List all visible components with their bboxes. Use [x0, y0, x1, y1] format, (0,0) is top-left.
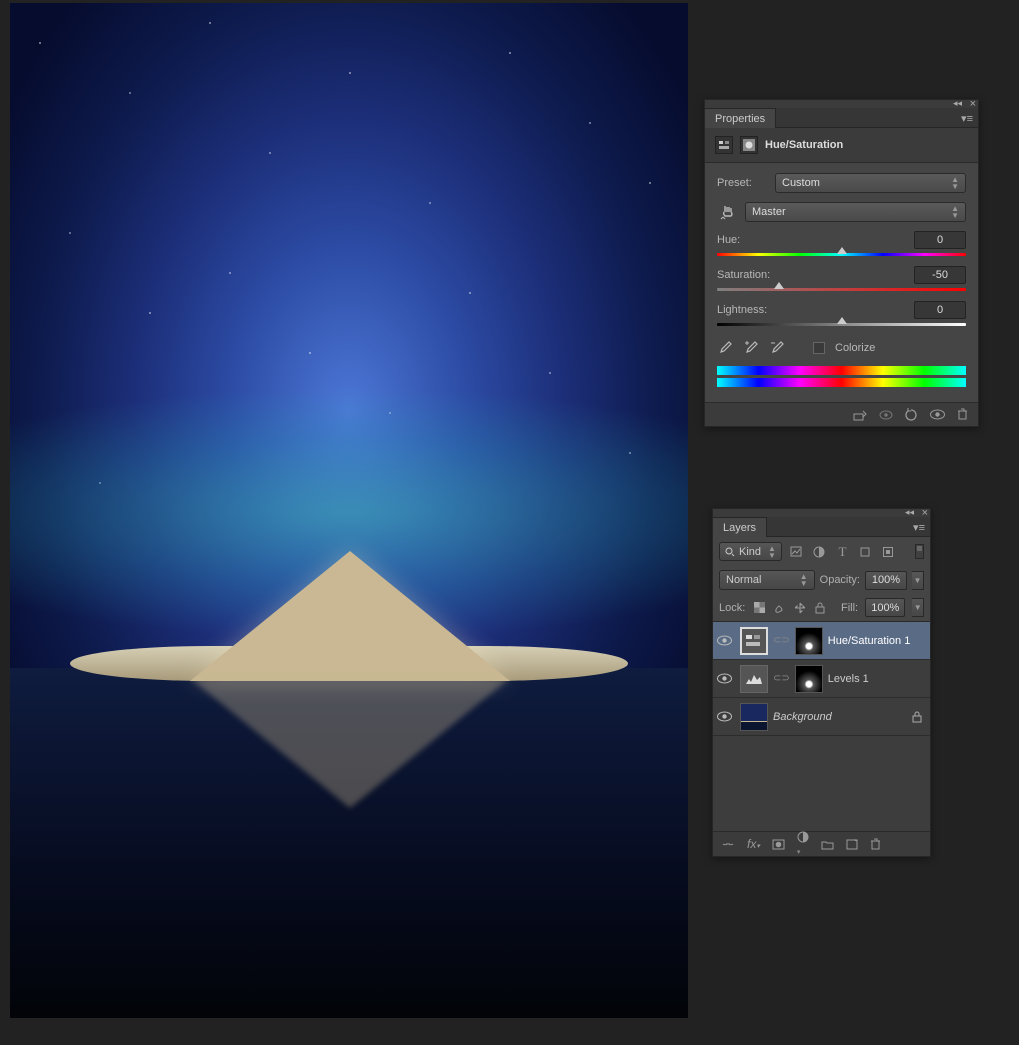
- colorize-checkbox[interactable]: [813, 342, 825, 354]
- blend-mode-select[interactable]: Normal ▲▼: [719, 570, 815, 590]
- adjustment-layer-icon[interactable]: ▾: [797, 831, 809, 857]
- layer-name[interactable]: Background: [773, 711, 907, 723]
- filter-toggle[interactable]: [915, 544, 924, 559]
- channel-select[interactable]: Master ▲▼: [745, 202, 966, 222]
- search-icon: [725, 547, 735, 557]
- lightness-label: Lightness:: [717, 304, 767, 316]
- link-icon[interactable]: ⊂⊃: [773, 673, 790, 684]
- saturation-slider[interactable]: [717, 288, 966, 291]
- link-icon[interactable]: ⊂⊃: [773, 635, 790, 646]
- new-group-icon[interactable]: [821, 839, 834, 850]
- visibility-toggle-icon[interactable]: [717, 635, 735, 646]
- properties-tab[interactable]: Properties: [705, 108, 776, 128]
- preset-label: Preset:: [717, 177, 769, 189]
- layer-row[interactable]: ⊂⊃ Hue/Saturation 1: [713, 622, 930, 660]
- lock-icon: [912, 711, 922, 723]
- layer-filter-kind-select[interactable]: Kind ▲▼: [719, 542, 782, 561]
- opacity-dropdown-icon[interactable]: ▼: [912, 571, 924, 590]
- layer-row[interactable]: ⊂⊃ Levels 1: [713, 660, 930, 698]
- mask-thumbnail[interactable]: [795, 665, 823, 693]
- chevron-updown-icon: ▲▼: [800, 573, 808, 587]
- lock-label: Lock:: [719, 602, 745, 614]
- opacity-label: Opacity:: [820, 574, 860, 586]
- chevron-updown-icon: ▲▼: [768, 545, 776, 559]
- lock-paint-icon[interactable]: [773, 601, 786, 615]
- filter-smart-icon[interactable]: [880, 543, 897, 560]
- layer-name[interactable]: Levels 1: [828, 673, 926, 685]
- chevron-updown-icon: ▲▼: [951, 176, 959, 190]
- panel-menu-icon[interactable]: ▾≡: [961, 112, 973, 125]
- layer-fx-icon[interactable]: fx▾: [747, 837, 760, 851]
- reset-icon[interactable]: [905, 408, 918, 421]
- mask-thumbnail[interactable]: [795, 627, 823, 655]
- saturation-input[interactable]: -50: [914, 266, 966, 284]
- properties-panel: ◂◂ × Properties ▾≡ Hue/Saturation Preset…: [704, 99, 979, 427]
- preset-select[interactable]: Custom ▲▼: [775, 173, 966, 193]
- visibility-toggle-icon[interactable]: [717, 711, 735, 722]
- visibility-icon[interactable]: [930, 409, 945, 420]
- layer-thumbnail[interactable]: [740, 627, 768, 655]
- hue-slider[interactable]: [717, 253, 966, 256]
- fill-dropdown-icon[interactable]: ▼: [912, 598, 924, 617]
- adjustment-title: Hue/Saturation: [765, 139, 843, 151]
- layer-name[interactable]: Hue/Saturation 1: [828, 635, 926, 647]
- targeted-adjustment-icon[interactable]: [717, 201, 739, 223]
- fill-input[interactable]: 100%: [865, 598, 905, 617]
- fill-label: Fill:: [841, 602, 858, 614]
- panel-menu-icon[interactable]: ▾≡: [913, 521, 925, 534]
- lock-position-icon[interactable]: [793, 601, 806, 615]
- spectrum-bar-top: [717, 366, 966, 375]
- filter-adjustment-icon[interactable]: [811, 543, 828, 560]
- visibility-toggle-icon[interactable]: [717, 673, 735, 684]
- clip-to-layer-icon[interactable]: [853, 409, 867, 421]
- layer-thumbnail[interactable]: [740, 703, 768, 731]
- view-previous-icon[interactable]: [879, 409, 893, 421]
- mask-icon[interactable]: [740, 136, 758, 154]
- lightness-slider[interactable]: [717, 323, 966, 326]
- add-mask-icon[interactable]: [772, 839, 785, 850]
- opacity-input[interactable]: 100%: [865, 571, 907, 590]
- adjustment-icon[interactable]: [715, 136, 733, 154]
- layers-tab[interactable]: Layers: [713, 517, 767, 537]
- filter-shape-icon[interactable]: [857, 543, 874, 560]
- eyedropper-icon[interactable]: [717, 340, 733, 356]
- eyedropper-minus-icon[interactable]: [769, 340, 785, 356]
- spectrum-bar-bottom: [717, 378, 966, 387]
- filter-pixel-icon[interactable]: [788, 543, 805, 560]
- lock-transparency-icon[interactable]: [752, 601, 765, 615]
- eyedropper-plus-icon[interactable]: [743, 340, 759, 356]
- new-layer-icon[interactable]: [846, 838, 858, 850]
- chevron-updown-icon: ▲▼: [951, 205, 959, 219]
- trash-icon[interactable]: [870, 838, 881, 851]
- saturation-label: Saturation:: [717, 269, 770, 281]
- layer-row[interactable]: Background: [713, 698, 930, 736]
- layer-thumbnail[interactable]: [740, 665, 768, 693]
- colorize-label: Colorize: [835, 342, 875, 354]
- lock-all-icon[interactable]: [814, 601, 827, 615]
- lightness-input[interactable]: 0: [914, 301, 966, 319]
- link-layers-icon[interactable]: [721, 839, 735, 849]
- hue-input[interactable]: 0: [914, 231, 966, 249]
- filter-type-icon[interactable]: T: [834, 543, 851, 560]
- document-canvas[interactable]: [10, 3, 688, 1018]
- trash-icon[interactable]: [957, 408, 968, 421]
- layers-panel: ◂◂ × Layers ▾≡ Kind ▲▼ T Normal ▲▼ Opaci…: [712, 508, 931, 857]
- hue-label: Hue:: [717, 234, 740, 246]
